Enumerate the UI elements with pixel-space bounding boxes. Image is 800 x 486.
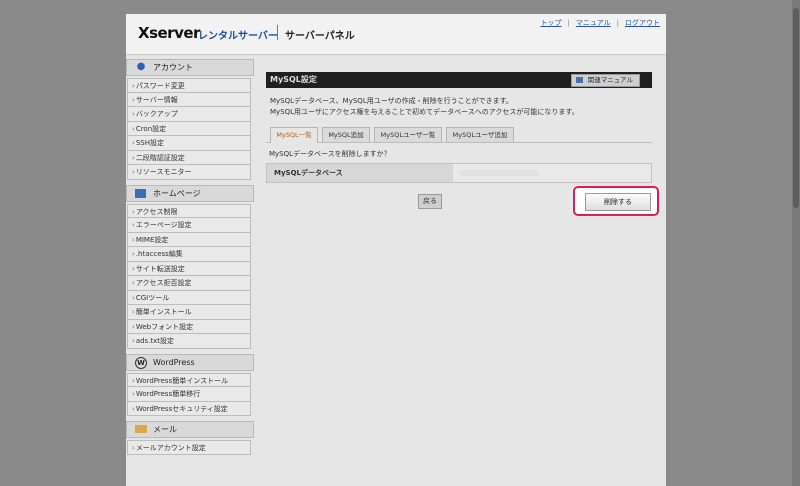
sidebar-category-homepage[interactable]: ホームページ xyxy=(126,184,254,202)
category-label: アカウント xyxy=(153,63,193,72)
sidebar-item[interactable]: ›エラーページ設定 xyxy=(127,218,251,233)
table-header: MySQLデータベース xyxy=(267,164,453,182)
related-manual-button[interactable]: 関連マニュアル xyxy=(570,74,640,87)
sidebar-item[interactable]: ›CGIツール xyxy=(127,290,251,305)
sidebar-item[interactable]: ›メールアカウント設定 xyxy=(127,440,251,455)
sidebar-list-mail: ›メールアカウント設定 xyxy=(126,440,254,455)
top-links: トップ | マニュアル | ログアウト xyxy=(534,18,660,28)
database-name-redacted xyxy=(459,170,539,176)
database-table: MySQLデータベース xyxy=(266,163,652,183)
sidebar-item[interactable]: ›WordPress簡単インストール xyxy=(127,372,251,387)
sidebar-item[interactable]: ›Cron設定 xyxy=(127,121,251,136)
sidebar-item[interactable]: ›二段階認証設定 xyxy=(127,150,251,165)
description: MySQLデータベース、MySQL用ユーザの作成・削除を行うことができます。 M… xyxy=(266,96,652,118)
logo-divider xyxy=(277,25,278,40)
confirm-question: MySQLデータベースを削除しますか？ xyxy=(269,150,391,158)
sidebar-item[interactable]: ›パスワード変更 xyxy=(127,78,251,93)
scrollbar-thumb[interactable] xyxy=(793,8,799,208)
logo-rental: レンタルサーバー xyxy=(198,31,278,42)
sidebar-item[interactable]: ›SSH設定 xyxy=(127,136,251,151)
mail-icon xyxy=(135,425,147,433)
tab-mysql-list[interactable]: MySQL一覧 xyxy=(270,127,318,143)
sidebar-item[interactable]: ›リソースモニター xyxy=(127,165,251,180)
sidebar-list-account: ›パスワード変更 ›サーバー情報 ›バックアップ ›Cron設定 ›SSH設定 … xyxy=(126,78,254,180)
tab-bar: MySQL一覧 MySQL追加 MySQLユーザ一覧 MySQLユーザ追加 xyxy=(266,127,652,143)
sidebar-item[interactable]: ›WordPressセキュリティ設定 xyxy=(127,401,251,416)
logout-link[interactable]: ログアウト xyxy=(625,19,660,27)
panel-page: Xserver レンタルサーバー サーバーパネル トップ | マニュアル | ログアウト… xyxy=(126,14,666,486)
link-separator: | xyxy=(616,19,619,27)
top-link[interactable]: トップ xyxy=(540,19,561,27)
description-line: MySQL用ユーザにアクセス権を与えることで初めてデータベースへのアクセスが可能… xyxy=(270,108,579,116)
sidebar: ● アカウント ›パスワード変更 ›サーバー情報 ›バックアップ ›Cron設定… xyxy=(126,56,254,455)
description-line: MySQLデータベース、MySQL用ユーザの作成・削除を行うことができます。 xyxy=(270,97,513,105)
tab-mysql-add[interactable]: MySQL追加 xyxy=(322,127,370,142)
category-label: WordPress xyxy=(153,357,195,367)
sidebar-list-wordpress: ›WordPress簡単インストール ›WordPress簡単移行 ›WordP… xyxy=(126,372,254,416)
sidebar-item[interactable]: ›サイト転送設定 xyxy=(127,261,251,276)
sidebar-item[interactable]: ›Webフォント設定 xyxy=(127,319,251,334)
sidebar-item[interactable]: ›WordPress簡単移行 xyxy=(127,387,251,402)
category-label: メール xyxy=(153,425,177,434)
back-button[interactable]: 戻る xyxy=(418,194,442,209)
sidebar-category-wordpress[interactable]: W WordPress xyxy=(126,353,254,371)
manual-link[interactable]: マニュアル xyxy=(576,19,611,27)
sidebar-item[interactable]: ›アクセス制限 xyxy=(127,203,251,218)
sidebar-item[interactable]: ›ads.txt設定 xyxy=(127,334,251,349)
book-icon xyxy=(575,77,583,83)
link-separator: | xyxy=(567,19,570,27)
sidebar-category-account[interactable]: ● アカウント xyxy=(126,59,254,76)
tab-mysql-user-list[interactable]: MySQLユーザ一覧 xyxy=(374,127,442,142)
sidebar-category-mail[interactable]: メール xyxy=(126,421,254,438)
sidebar-item[interactable]: ›バックアップ xyxy=(127,107,251,122)
wordpress-icon: W xyxy=(135,356,147,369)
section-titlebar: MySQL設定 関連マニュアル xyxy=(266,72,652,88)
sidebar-item[interactable]: ›簡単インストール xyxy=(127,305,251,320)
sidebar-item[interactable]: ›.htaccess編集 xyxy=(127,247,251,262)
logo-panel: サーバーパネル xyxy=(285,31,355,42)
sidebar-item[interactable]: ›サーバー情報 xyxy=(127,92,251,107)
main-content: MySQL設定 関連マニュアル MySQLデータベース、MySQL用ユーザの作成… xyxy=(266,72,652,183)
sidebar-list-homepage: ›アクセス制限 ›エラーページ設定 ›MIME設定 ›.htaccess編集 ›… xyxy=(126,203,254,349)
scrollbar[interactable] xyxy=(792,0,800,486)
sidebar-item[interactable]: ›MIME設定 xyxy=(127,232,251,247)
category-label: ホームページ xyxy=(153,188,201,198)
header: Xserver レンタルサーバー サーバーパネル トップ | マニュアル | ログアウト xyxy=(126,14,666,55)
window-icon xyxy=(135,188,146,198)
delete-button[interactable]: 削除する xyxy=(585,193,651,211)
tab-mysql-user-add[interactable]: MySQLユーザ追加 xyxy=(446,127,514,142)
person-icon: ● xyxy=(136,61,146,72)
page-title: MySQL設定 xyxy=(270,75,317,84)
sidebar-item[interactable]: ›アクセス拒否設定 xyxy=(127,276,251,291)
logo-brand: Xserver xyxy=(138,24,200,42)
